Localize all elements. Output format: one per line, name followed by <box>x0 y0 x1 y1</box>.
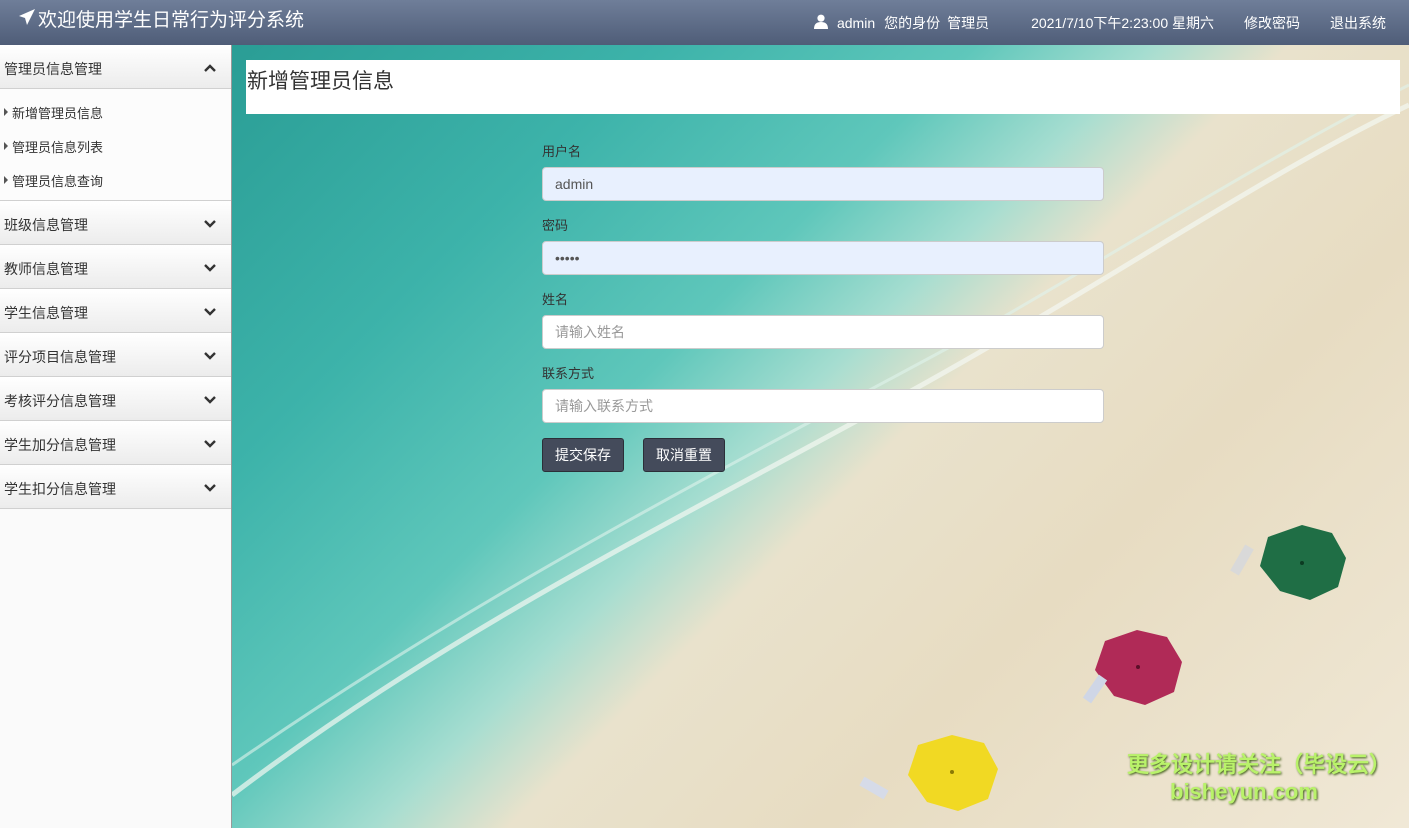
sidebar-item-admin-query[interactable]: 管理员信息查询 <box>0 163 231 197</box>
caret-right-icon <box>4 176 8 184</box>
paper-plane-icon <box>18 8 38 33</box>
form-actions: 提交保存 取消重置 <box>542 438 1104 472</box>
submit-save-button[interactable]: 提交保存 <box>542 438 624 472</box>
role-value: 管理员 <box>947 14 990 31</box>
header-right: admin 您的身份 管理员 2021/7/10下午2:23:00 星期六 修改… <box>813 0 1386 45</box>
main-content: 新增管理员信息 用户名 密码 姓名 联系方式 提交保存 取消重置 更多设计请关注… <box>232 45 1409 828</box>
sidebar-section-label: 教师信息管理 <box>4 261 88 277</box>
caret-right-icon <box>4 108 8 116</box>
password-input[interactable] <box>542 241 1104 275</box>
contact-input[interactable] <box>542 389 1104 423</box>
sidebar-section-student[interactable]: 学生信息管理 <box>0 289 231 333</box>
sidebar-section-class[interactable]: 班级信息管理 <box>0 201 231 245</box>
page-title-bar: 新增管理员信息 <box>246 60 1400 114</box>
chevron-down-icon <box>203 216 217 232</box>
password-label: 密码 <box>542 218 569 233</box>
sidebar-item-label: 新增管理员信息 <box>12 105 104 121</box>
sidebar-section-bonus[interactable]: 学生加分信息管理 <box>0 421 231 465</box>
cancel-reset-button[interactable]: 取消重置 <box>643 438 725 472</box>
username-input[interactable] <box>542 167 1104 201</box>
watermark: 更多设计请关注（毕设云） bisheyun.com <box>1127 751 1391 805</box>
datetime: 2021/7/10下午2:23:00 星期六 <box>1031 14 1214 31</box>
user-icon <box>813 14 837 32</box>
sidebar: 管理员信息管理 新增管理员信息 管理员信息列表 管理员信息查询 班级信息管理 教… <box>0 45 232 828</box>
role-label: 您的身份 <box>884 14 941 31</box>
chevron-down-icon <box>203 260 217 276</box>
chevron-down-icon <box>203 392 217 408</box>
sidebar-section-label: 班级信息管理 <box>4 217 88 233</box>
chevron-down-icon <box>203 436 217 452</box>
add-admin-form: 用户名 密码 姓名 联系方式 提交保存 取消重置 <box>542 144 1104 472</box>
user-info: admin <box>813 14 876 32</box>
sidebar-section-assessment[interactable]: 考核评分信息管理 <box>0 377 231 421</box>
sidebar-section-admin[interactable]: 管理员信息管理 <box>0 45 231 89</box>
username: admin <box>836 14 876 31</box>
name-label: 姓名 <box>542 292 569 307</box>
change-password-link[interactable]: 修改密码 <box>1244 13 1300 33</box>
chevron-down-icon <box>203 304 217 320</box>
sidebar-item-admin-list[interactable]: 管理员信息列表 <box>0 129 231 163</box>
sidebar-section-label: 考核评分信息管理 <box>4 393 116 409</box>
sidebar-section-teacher[interactable]: 教师信息管理 <box>0 245 231 289</box>
watermark-line1: 更多设计请关注（毕设云） <box>1127 752 1392 777</box>
sidebar-item-add-admin[interactable]: 新增管理员信息 <box>0 95 231 129</box>
sidebar-section-deduction[interactable]: 学生扣分信息管理 <box>0 465 231 509</box>
sidebar-section-label: 学生信息管理 <box>4 305 88 321</box>
app-title: 欢迎使用学生日常行为评分系统 <box>38 9 305 31</box>
contact-label: 联系方式 <box>542 366 595 381</box>
chevron-down-icon <box>203 480 217 496</box>
name-input[interactable] <box>542 315 1104 349</box>
chevron-up-icon <box>203 60 217 76</box>
caret-right-icon <box>4 142 8 150</box>
page-title: 新增管理员信息 <box>247 70 394 93</box>
chevron-down-icon <box>203 348 217 364</box>
sidebar-section-score-item[interactable]: 评分项目信息管理 <box>0 333 231 377</box>
app-brand: 欢迎使用学生日常行为评分系统 <box>18 8 304 33</box>
sidebar-section-label: 学生加分信息管理 <box>4 437 116 453</box>
sidebar-section-label: 评分项目信息管理 <box>4 349 116 365</box>
sidebar-submenu-admin: 新增管理员信息 管理员信息列表 管理员信息查询 <box>0 89 231 201</box>
sidebar-section-label: 管理员信息管理 <box>4 61 102 77</box>
sidebar-item-label: 管理员信息查询 <box>12 173 104 189</box>
watermark-line2: bisheyun.com <box>1170 779 1318 804</box>
username-label: 用户名 <box>542 144 582 159</box>
logout-link[interactable]: 退出系统 <box>1330 13 1386 33</box>
sidebar-item-label: 管理员信息列表 <box>12 139 104 155</box>
top-header: 欢迎使用学生日常行为评分系统 admin 您的身份 管理员 2021/7/10下… <box>0 0 1409 45</box>
sidebar-section-label: 学生扣分信息管理 <box>4 481 116 497</box>
